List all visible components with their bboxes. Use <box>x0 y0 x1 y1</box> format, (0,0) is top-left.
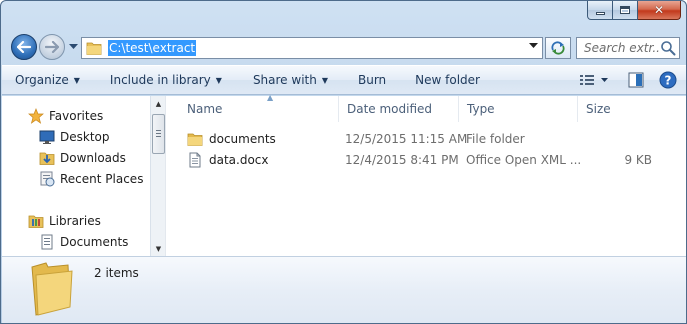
nav-favorites-header[interactable]: Favorites <box>28 106 103 126</box>
share-with-label: Share with <box>252 73 317 87</box>
column-name[interactable]: Name ▲ <box>179 93 339 122</box>
downloads-label: Downloads <box>60 151 126 165</box>
downloads-icon <box>39 152 55 165</box>
organize-button[interactable]: Organize ▼ <box>15 66 80 94</box>
close-icon: ✕ <box>653 3 665 17</box>
chevron-down-icon: ▼ <box>73 75 80 85</box>
file-type: File folder <box>466 131 525 146</box>
documents-library-icon <box>41 234 53 250</box>
search-icon[interactable] <box>660 40 676 56</box>
command-bar: Organize ▼ Include in library ▼ Share wi… <box>2 65 686 95</box>
star-icon <box>28 108 44 124</box>
chevron-down-icon: ▼ <box>215 75 222 85</box>
libraries-label: Libraries <box>49 214 101 228</box>
folder-icon <box>86 42 102 55</box>
details-view-icon <box>580 75 608 85</box>
back-button[interactable] <box>11 34 37 60</box>
change-view-button[interactable] <box>577 69 613 91</box>
scroll-up-icon[interactable]: ▲ <box>151 96 166 111</box>
file-date: 12/5/2015 11:15 AM <box>345 131 468 146</box>
search-box[interactable]: Search extr... <box>576 37 680 59</box>
file-type: Office Open XML ... <box>466 152 582 167</box>
address-dropdown-icon[interactable] <box>529 43 538 49</box>
nav-item-recent-places[interactable]: Recent Places <box>39 169 143 189</box>
address-text[interactable]: C:\test\extract <box>108 40 197 56</box>
documents-label: Documents <box>60 235 129 249</box>
desktop-icon <box>39 130 55 144</box>
column-name-label: Name <box>187 102 223 116</box>
column-header: Name ▲ Date modified Type Size <box>170 93 686 122</box>
back-arrow-icon <box>17 41 31 53</box>
help-button[interactable]: ? <box>655 69 681 91</box>
new-folder-button[interactable]: New folder <box>415 66 480 94</box>
address-bar[interactable]: C:\test\extract <box>81 37 543 59</box>
file-size <box>598 128 652 149</box>
favorites-label: Favorites <box>49 109 104 123</box>
preview-pane-button[interactable] <box>623 69 649 91</box>
column-size-label: Size <box>586 102 611 116</box>
chevron-down-icon: ▼ <box>321 75 328 85</box>
recent-pages-dropdown[interactable] <box>67 41 79 53</box>
file-size: 9 KB <box>624 152 652 167</box>
nav-item-desktop[interactable]: Desktop <box>39 127 110 147</box>
desktop-label: Desktop <box>60 130 110 144</box>
libraries-icon <box>28 215 44 228</box>
navigation-pane: Favorites Desktop Downloads Recent Place… <box>2 96 166 256</box>
column-date-label: Date modified <box>347 102 433 116</box>
maximize-icon <box>620 6 630 14</box>
file-row[interactable]: data.docx 12/4/2015 8:41 PM Office Open … <box>170 149 686 170</box>
scrollbar-thumb[interactable] <box>152 114 165 154</box>
file-date: 12/4/2015 8:41 PM <box>345 152 459 167</box>
item-count: 2 items <box>94 266 139 280</box>
toolbar-right: ? <box>577 66 686 94</box>
burn-button[interactable]: Burn <box>358 66 386 94</box>
file-name: documents <box>209 131 276 146</box>
svg-text:?: ? <box>665 74 672 88</box>
organize-label: Organize <box>15 73 69 87</box>
column-date-modified[interactable]: Date modified <box>339 96 459 122</box>
nav-libraries-header[interactable]: Libraries <box>28 211 101 231</box>
recent-places-label: Recent Places <box>60 172 144 186</box>
recent-places-icon <box>40 171 55 187</box>
explorer-window: ✕ C:\test\extract Search extr... Organiz… <box>0 0 687 324</box>
large-folder-icon <box>31 262 73 316</box>
close-button[interactable]: ✕ <box>638 1 681 20</box>
file-row[interactable]: documents 12/5/2015 11:15 AM File folder <box>170 128 686 149</box>
file-name: data.docx <box>209 152 269 167</box>
preview-pane-icon <box>628 72 644 88</box>
sort-ascending-icon: ▲ <box>267 93 274 102</box>
file-name-cell: documents <box>187 128 276 149</box>
column-size[interactable]: Size <box>578 96 658 122</box>
burn-label: Burn <box>358 73 387 87</box>
scroll-down-icon[interactable]: ▼ <box>151 241 166 256</box>
maximize-button[interactable] <box>613 1 638 20</box>
forward-arrow-icon <box>45 41 59 53</box>
column-type[interactable]: Type <box>459 96 578 122</box>
nav-item-downloads[interactable]: Downloads <box>39 148 126 168</box>
forward-button[interactable] <box>39 34 65 60</box>
include-in-library-label: Include in library <box>109 73 211 87</box>
folder-icon <box>187 133 203 146</box>
share-with-button[interactable]: Share with ▼ <box>253 66 328 94</box>
details-pane: 2 items <box>2 256 686 323</box>
navigation-bar: C:\test\extract Search extr... <box>1 29 686 65</box>
search-placeholder[interactable]: Search extr... <box>584 41 660 55</box>
include-in-library-button[interactable]: Include in library ▼ <box>110 66 222 94</box>
refresh-icon <box>551 41 565 55</box>
minimize-button[interactable] <box>587 1 613 20</box>
refresh-button[interactable] <box>545 37 571 59</box>
minimize-icon <box>595 11 605 15</box>
nav-item-documents[interactable]: Documents <box>39 232 128 252</box>
column-type-label: Type <box>467 102 495 116</box>
navpane-scrollbar[interactable]: ▲ ▼ <box>150 96 166 256</box>
new-folder-label: New folder <box>415 73 480 87</box>
document-icon <box>189 152 201 167</box>
help-icon: ? <box>659 71 677 89</box>
caption-buttons: ✕ <box>587 1 681 20</box>
chevron-down-icon <box>68 44 78 49</box>
file-name-cell: data.docx <box>187 149 269 170</box>
file-list: Name ▲ Date modified Type Size documents <box>170 93 686 256</box>
